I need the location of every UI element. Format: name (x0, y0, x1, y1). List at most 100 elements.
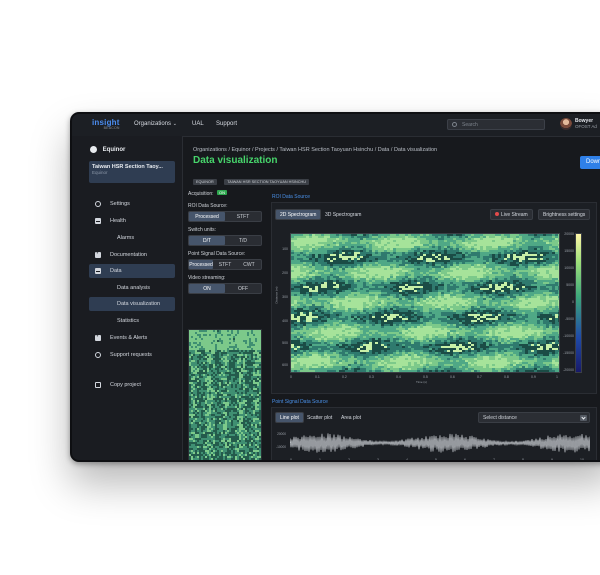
wave-x-tick: 2 (348, 458, 350, 462)
sidebar-item-documentation[interactable]: Documentation (89, 248, 175, 262)
sidebar-item-label: Events & Alerts (110, 335, 148, 341)
sidebar-item-label: Support requests (110, 352, 152, 358)
sidebar-item-label: Data (110, 268, 122, 274)
spectrogram-image (291, 234, 559, 372)
x-tick: 0.8 (504, 375, 509, 379)
expand-icon (95, 250, 101, 258)
tag-org: EQUINOR (193, 179, 217, 185)
sidebar-item-copy-project[interactable]: Copy project (89, 378, 175, 392)
distance-select[interactable]: Select distance (478, 412, 590, 423)
signal-waveform[interactable] (290, 430, 590, 456)
colorbar-tick: -15000 (563, 351, 574, 355)
breadcrumb[interactable]: Organizations / Equinor / Projects / Tai… (193, 147, 437, 153)
tag-project: TAIWAN HSR SECTION TAOYUAN HSINCHU (224, 179, 309, 185)
waterfall-preview (188, 329, 262, 460)
roi-source-stft[interactable]: STFT (225, 212, 261, 221)
point-signal-panel: Line plot Scatter plot Area plot Select … (271, 407, 597, 462)
colorbar-tick: 10000 (564, 266, 574, 270)
y-tick: 600 (282, 363, 288, 367)
app-window: insight BEACON Organizations ⌄ UAL Suppo… (70, 112, 600, 462)
search-icon (452, 122, 457, 127)
x-tick: 0 (290, 375, 292, 379)
sidebar-item-health[interactable]: Health (89, 214, 175, 228)
sidebar-item-support-requests[interactable]: Support requests (89, 348, 175, 362)
colorbar-tick: -10000 (563, 334, 574, 338)
point-source-cwt[interactable]: CWT (237, 260, 261, 269)
sidebar-item-data[interactable]: Data (89, 264, 175, 278)
units-dt[interactable]: D/T (189, 236, 225, 245)
nav-ual[interactable]: UAL (192, 121, 204, 127)
search-placeholder: Search (462, 122, 478, 128)
roi-source-processed[interactable]: Processed (189, 212, 225, 221)
tab-2d-spectrogram[interactable]: 2D Spectrogram (275, 209, 322, 220)
org-name: Equinor (102, 147, 126, 154)
units-td[interactable]: T/D (225, 236, 261, 245)
point-source-processed[interactable]: Processed (189, 260, 213, 269)
tab-3d-spectrogram[interactable]: 3D Spectrogram (320, 209, 366, 220)
chevron-down-icon: ⌄ (172, 121, 177, 127)
switch-units-label: Switch units: (188, 227, 217, 233)
colorbar-tick: -5000 (565, 317, 574, 321)
acquisition-status-badge: ON (216, 190, 227, 195)
sidebar-item-alarms[interactable]: Alarms (89, 231, 175, 245)
brightness-settings-button[interactable]: Brightness settings (538, 209, 591, 220)
video-streaming-label: Video streaming: (188, 275, 226, 281)
nav-support[interactable]: Support (216, 121, 237, 127)
search-input[interactable]: Search (447, 119, 545, 130)
tab-area-plot[interactable]: Area plot (336, 412, 366, 423)
spectrogram-plot[interactable]: 100 200 300 400 500 600 Distance (m) 0 0… (275, 233, 560, 384)
org-back-link[interactable]: Equinor (90, 146, 125, 153)
wave-x-tick: 9 (551, 458, 553, 462)
roi-section-title: ROI Data Source (272, 194, 311, 200)
spectrogram-canvas (290, 233, 560, 373)
colorbar-tick: 0 (572, 300, 574, 304)
roi-source-label: ROI Data Source: (188, 203, 228, 209)
download-button[interactable]: Down (580, 156, 600, 169)
x-tick: 0.6 (450, 375, 455, 379)
app-logo[interactable]: insight BEACON (92, 118, 120, 130)
sidebar-item-settings[interactable]: Settings (89, 197, 175, 211)
point-source-toggle: Processed STFT CWT (188, 259, 262, 270)
wave-x-tick: 7 (493, 458, 495, 462)
nav-organizations[interactable]: Organizations ⌄ (134, 121, 177, 127)
video-off[interactable]: OFF (225, 284, 261, 293)
copy-icon (95, 382, 101, 388)
main-content: Organizations / Equinor / Projects / Tai… (183, 136, 600, 460)
sidebar-item-label: Data visualization (117, 301, 161, 307)
tab-scatter-plot[interactable]: Scatter plot (302, 412, 337, 423)
back-arrow-icon (90, 146, 97, 153)
sidebar-item-data-analysis[interactable]: Data analysis (89, 281, 175, 295)
acquisition-label: Acquisition: (188, 191, 214, 197)
x-axis-label: Time (s) (416, 380, 427, 384)
colorbar (575, 233, 582, 373)
roi-panel: 2D Spectrogram 3D Spectrogram Live Strea… (271, 202, 597, 394)
video-on[interactable]: ON (189, 284, 225, 293)
project-selector[interactable]: Taiwan HSR Section Taoy... Equinor (89, 161, 175, 183)
point-source-label: Point Signal Data Source: (188, 251, 246, 257)
point-source-stft[interactable]: STFT (213, 260, 237, 269)
chevron-down-icon (580, 415, 587, 421)
avatar[interactable] (560, 118, 572, 130)
sidebar-item-statistics[interactable]: Statistics (89, 314, 175, 328)
y-tick: 400 (282, 319, 288, 323)
user-role: OFOST Ad (575, 124, 597, 129)
live-stream-button[interactable]: Live Stream (490, 209, 533, 220)
sidebar-item-label: Data analysis (117, 285, 151, 291)
sidebar-item-label: Health (110, 218, 126, 224)
sidebar-item-label: Copy project (110, 382, 141, 388)
collapse-icon (95, 268, 101, 274)
user-info[interactable]: Bowyer OFOST Ad (575, 118, 597, 130)
acquisition-row: Acquisition: ON (188, 190, 266, 197)
sidebar-item-label: Settings (110, 201, 130, 207)
controls-panel: Acquisition: ON ROI Data Source: Process… (188, 190, 266, 299)
wave-x-tick: 6 (464, 458, 466, 462)
waveform-line (290, 433, 590, 453)
sidebar-item-events-alerts[interactable]: Events & Alerts (89, 331, 175, 345)
collapse-icon (95, 218, 101, 224)
live-stream-label: Live Stream (501, 212, 528, 218)
tab-line-plot[interactable]: Line plot (275, 412, 304, 423)
waterfall-image (189, 330, 261, 460)
sidebar-item-data-visualization[interactable]: Data visualization (89, 297, 175, 311)
sidebar-item-label: Documentation (110, 252, 147, 258)
top-bar: insight BEACON Organizations ⌄ UAL Suppo… (72, 114, 600, 137)
